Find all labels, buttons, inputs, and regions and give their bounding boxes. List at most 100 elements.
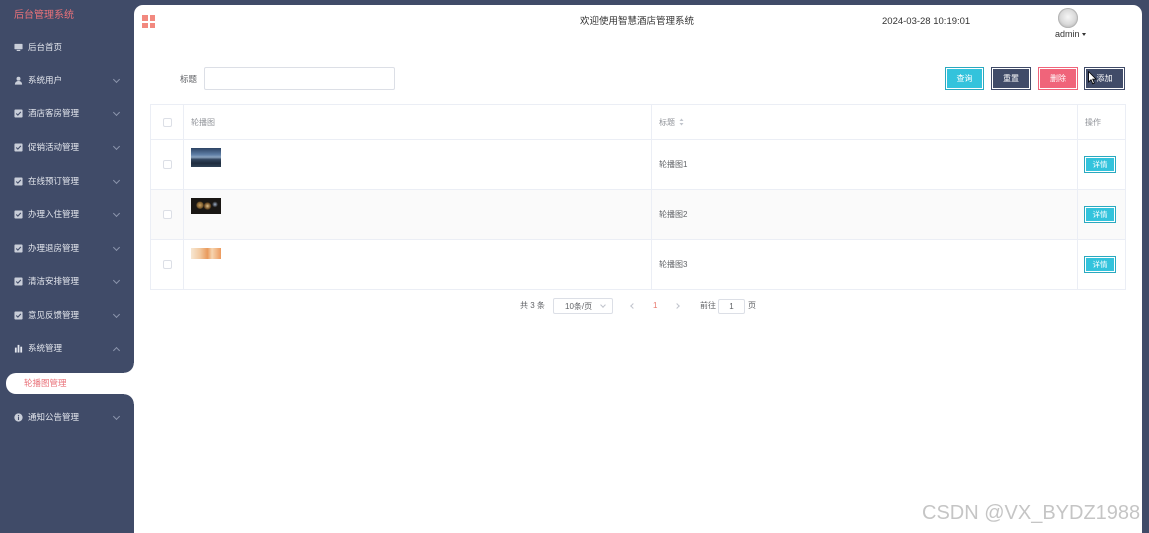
checkbox-icon [14,109,23,118]
row-checkbox[interactable] [162,260,172,270]
main-panel: 欢迎使用智慧酒店管理系统 2024-03-28 10:19:01 admin 标… [134,5,1142,533]
title-search-input[interactable] [204,67,395,90]
sidebar-item-promotion-management[interactable]: 促销活动管理 [0,131,134,164]
action-cell: 详情 [1077,189,1126,240]
title-cell: 轮播图1 [651,139,1078,190]
chevron-down-icon [112,108,121,117]
active-tab-curve [124,363,134,373]
sidebar-item-booking-management[interactable]: 在线预订管理 [0,165,134,198]
grid-icon[interactable] [142,15,155,28]
info-icon [14,413,23,422]
query-button[interactable]: 查询 [945,67,984,90]
checkbox-icon [14,244,23,253]
sidebar: 后台管理系统 后台首页 系统用户 酒店客房管理 促销活动管理 在线预订管理 办理… [0,0,136,533]
sidebar-item-home[interactable]: 后台首页 [0,31,134,64]
sidebar-item-system-users[interactable]: 系统用户 [0,64,134,97]
action-cell: 详情 [1077,139,1126,190]
sort-icon[interactable] [679,118,684,126]
sidebar-item-label: 意见反馈管理 [28,310,80,320]
welcome-text: 欢迎使用智慧酒店管理系统 [580,16,695,27]
checkbox-icon [14,311,23,320]
sidebar-item-label: 办理退房管理 [28,243,80,253]
chevron-down-icon [112,176,121,185]
image-cell [183,239,652,290]
chevron-down-icon [600,302,606,308]
checkbox-icon [14,143,23,152]
action-cell: 详情 [1077,239,1126,290]
select-all-checkbox[interactable] [162,117,172,127]
table-header-row: 轮播图 标题 操作 [150,104,1126,140]
sidebar-item-label: 在线预订管理 [28,176,80,186]
current-page-number[interactable]: 1 [653,301,657,311]
banner-thumbnail [191,198,221,214]
title-cell: 轮播图2 [651,189,1078,240]
column-header-action: 操作 [1077,104,1126,140]
row-checkbox-cell [150,139,184,190]
column-header-title-label: 标题 [659,117,675,127]
sidebar-item-label: 办理入住管理 [28,209,80,219]
sidebar-item-label: 促销活动管理 [28,142,80,152]
detail-button[interactable]: 详情 [1084,156,1116,173]
sidebar-item-feedback-management[interactable]: 意见反馈管理 [0,299,134,332]
column-header-title[interactable]: 标题 [651,104,1078,140]
row-checkbox-cell [150,239,184,290]
sidebar-item-room-management[interactable]: 酒店客房管理 [0,97,134,130]
sidebar-item-notice-management[interactable]: 通知公告管理 [0,401,134,434]
table-row: 轮播图2 详情 [150,189,1126,240]
table-row: 轮播图1 详情 [150,139,1126,190]
row-checkbox[interactable] [162,210,172,220]
user-icon [14,76,23,85]
row-checkbox[interactable] [162,160,172,170]
banner-thumbnail [191,148,221,167]
pagination-total: 共 3 条 [520,301,545,310]
avatar[interactable] [1058,8,1078,28]
user-menu[interactable]: admin [1055,28,1086,40]
detail-button[interactable]: 详情 [1084,206,1116,223]
reset-button[interactable]: 重置 [991,67,1031,90]
caret-down-icon [1081,33,1086,37]
checkbox-icon [14,277,23,286]
banner-thumbnail [191,248,221,259]
chevron-down-icon [112,243,121,252]
checkbox-icon [14,210,23,219]
bar-chart-icon [14,344,23,353]
delete-button[interactable]: 删除 [1038,67,1078,90]
next-page-icon[interactable] [674,303,680,309]
chevron-down-icon [112,310,121,319]
goto-label: 前往 [700,301,716,310]
sidebar-item-label: 通知公告管理 [28,412,80,422]
sidebar-subitem-banner-management[interactable]: 轮播图管理 [6,373,136,394]
image-cell [183,139,652,190]
username: admin [1055,29,1080,39]
chevron-down-icon [112,75,121,84]
chevron-down-icon [112,209,121,218]
checkbox-icon [14,177,23,186]
page-unit-label: 页 [748,301,756,310]
page-size-value: 10条/页 [565,301,593,311]
header-checkbox-cell [150,104,184,140]
chevron-down-icon [112,276,121,285]
chevron-down-icon [112,412,121,421]
sidebar-item-label: 清洁安排管理 [28,276,80,286]
title-cell: 轮播图3 [651,239,1078,290]
sidebar-item-label: 系统用户 [28,75,63,85]
sidebar-item-label: 系统管理 [28,343,63,353]
page-size-select[interactable]: 10条/页 [553,298,613,314]
sidebar-item-checkout-management[interactable]: 办理退房管理 [0,232,134,265]
datetime: 2024-03-28 10:19:01 [882,16,971,27]
chevron-down-icon [112,142,121,151]
image-cell [183,189,652,240]
sidebar-item-checkin-management[interactable]: 办理入住管理 [0,198,134,231]
row-checkbox-cell [150,189,184,240]
table-row: 轮播图3 详情 [150,239,1126,290]
monitor-icon [14,43,23,52]
banner-table: 轮播图 标题 操作 轮播图1 详情 轮播图2 详情 轮播图3 详情 [150,104,1126,290]
goto-page-input[interactable] [718,299,745,314]
detail-button[interactable]: 详情 [1084,256,1116,273]
prev-page-icon[interactable] [630,303,636,309]
sidebar-item-label: 酒店客房管理 [28,108,80,118]
sidebar-item-cleaning-management[interactable]: 清洁安排管理 [0,265,134,298]
sidebar-subitem-label: 轮播图管理 [24,378,67,388]
sidebar-item-system-management[interactable]: 系统管理 [0,332,134,365]
chevron-up-icon [112,346,121,355]
